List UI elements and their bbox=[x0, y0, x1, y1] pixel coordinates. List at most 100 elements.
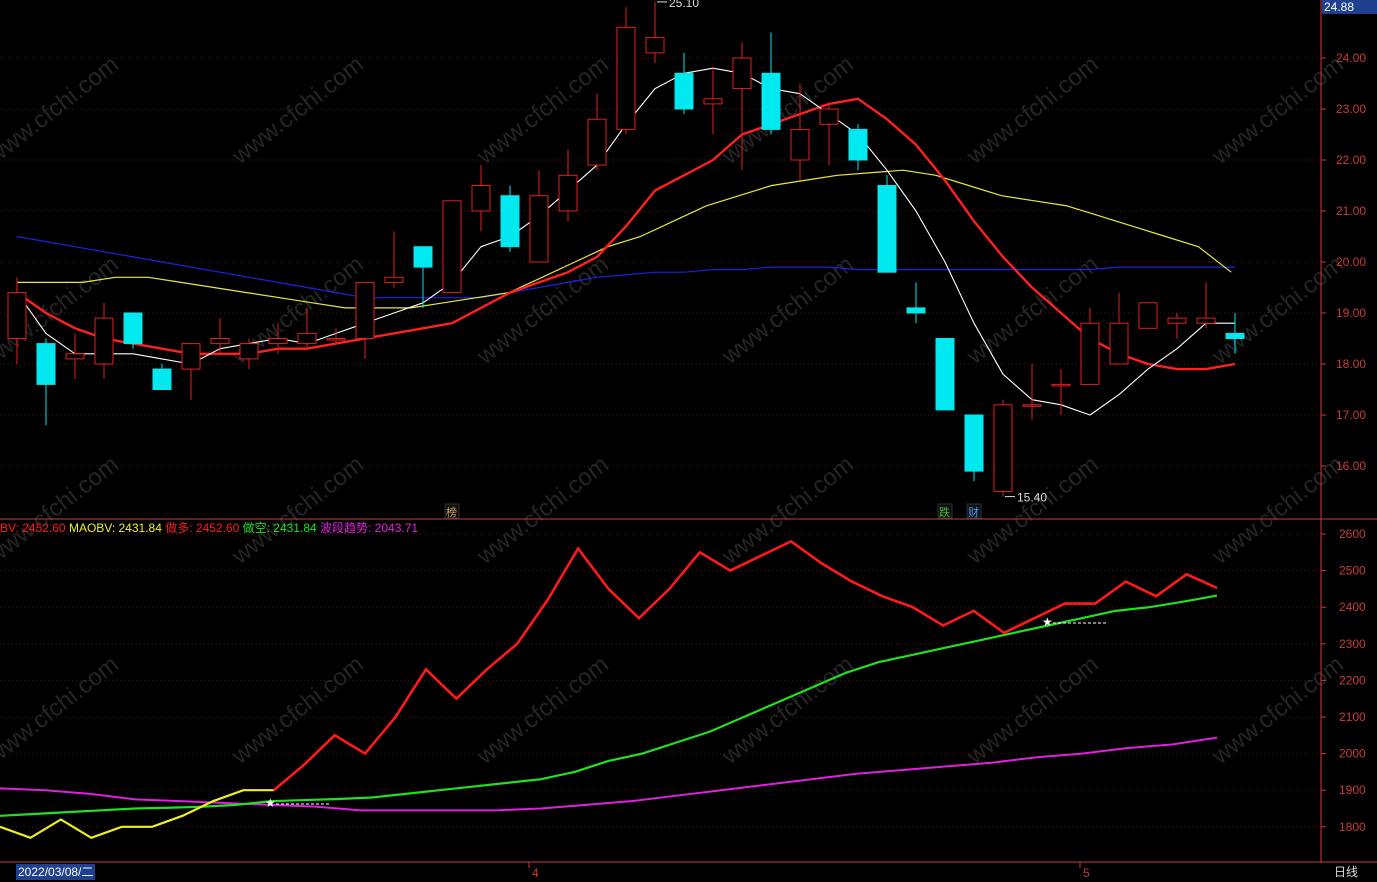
indicator-tick-label: 2000 bbox=[1339, 747, 1366, 761]
event-marker: 财 bbox=[968, 505, 979, 519]
candle bbox=[964, 414, 984, 482]
watermark: www.cfchi.com bbox=[1206, 251, 1348, 371]
candle bbox=[645, 1, 665, 64]
watermark: www.cfchi.com bbox=[1206, 651, 1348, 771]
watermark: www.cfchi.com bbox=[961, 51, 1103, 171]
candle-body bbox=[326, 338, 346, 341]
candle-body bbox=[7, 292, 27, 340]
candle bbox=[616, 7, 636, 135]
candle bbox=[384, 231, 404, 288]
watermark: www.cfchi.com bbox=[961, 651, 1103, 771]
indicator-tick-label: 2500 bbox=[1339, 564, 1366, 578]
month-label: 4 bbox=[532, 866, 539, 880]
candle-body bbox=[558, 174, 578, 212]
indicator-legend-item: BV: 2452.60 bbox=[0, 521, 66, 535]
watermark: www.cfchi.com bbox=[226, 51, 368, 171]
candle bbox=[761, 32, 781, 135]
candle bbox=[906, 282, 926, 324]
watermark: www.cfchi.com bbox=[1206, 451, 1348, 571]
candle bbox=[819, 103, 839, 166]
candle-body bbox=[848, 128, 868, 161]
month-label: 5 bbox=[1083, 866, 1090, 880]
candle-body bbox=[239, 343, 259, 360]
price-tick-label: 17.00 bbox=[1336, 408, 1366, 422]
candle-body bbox=[65, 353, 85, 360]
candle-body bbox=[790, 128, 810, 161]
candle bbox=[935, 338, 955, 411]
candle-body bbox=[94, 317, 114, 365]
candle bbox=[1196, 282, 1216, 329]
candle-body bbox=[645, 37, 665, 54]
candle bbox=[1080, 307, 1100, 385]
candle-body bbox=[297, 332, 317, 345]
price-tick-label: 22.00 bbox=[1336, 153, 1366, 167]
candle-body bbox=[993, 404, 1013, 492]
candle bbox=[500, 185, 520, 252]
candle-body bbox=[616, 26, 636, 130]
candle bbox=[65, 333, 85, 380]
candle bbox=[993, 399, 1013, 497]
indicator-legend-item: 做空: 2431.84 bbox=[239, 520, 317, 535]
candle-body bbox=[529, 195, 549, 263]
candle-body bbox=[1225, 332, 1245, 339]
candle bbox=[1109, 292, 1129, 365]
candle-body bbox=[36, 343, 56, 385]
candle-body bbox=[1196, 317, 1216, 324]
candle bbox=[471, 165, 491, 232]
candle-body bbox=[1080, 322, 1100, 385]
candle-body bbox=[703, 98, 723, 105]
candle-body bbox=[1022, 404, 1042, 407]
current-price-badge: 24.88 bbox=[1322, 0, 1377, 14]
candle bbox=[152, 364, 172, 391]
candle bbox=[848, 124, 868, 171]
candle bbox=[587, 93, 607, 171]
low-annotation: 15.40 bbox=[1017, 491, 1047, 505]
candle-body bbox=[152, 368, 172, 391]
indicator-tick-label: 2300 bbox=[1339, 637, 1366, 651]
candle-body bbox=[1167, 317, 1187, 324]
ma10-line bbox=[16, 97, 1236, 371]
cross-star-icon: ★ bbox=[265, 796, 276, 810]
indicator-legend-item: 波段趋势: 2043.71 bbox=[317, 520, 419, 535]
candle-body bbox=[587, 118, 607, 166]
price-tick-label: 21.00 bbox=[1336, 204, 1366, 218]
candle-body bbox=[123, 312, 143, 345]
candle-body bbox=[906, 307, 926, 314]
candle-body bbox=[1051, 383, 1071, 387]
candle-body bbox=[500, 195, 520, 248]
watermark: www.cfchi.com bbox=[716, 251, 858, 371]
candle bbox=[94, 302, 114, 380]
price-tick-label: 19.00 bbox=[1336, 306, 1366, 320]
price-tick-label: 18.00 bbox=[1336, 357, 1366, 371]
candle bbox=[36, 338, 56, 426]
candle bbox=[529, 170, 549, 263]
candle-body bbox=[819, 108, 839, 125]
candle bbox=[877, 175, 897, 273]
candle bbox=[355, 281, 375, 359]
candle-body bbox=[935, 338, 955, 411]
watermark: www.cfchi.com bbox=[716, 451, 858, 571]
trend-line bbox=[0, 736, 1218, 812]
indicator-tick-label: 1900 bbox=[1339, 783, 1366, 797]
candle-body bbox=[442, 200, 462, 294]
indicator-tick-label: 2400 bbox=[1339, 600, 1366, 614]
candle-body bbox=[674, 72, 694, 110]
candle-body bbox=[471, 185, 491, 212]
candle-body bbox=[877, 185, 897, 273]
candle bbox=[558, 149, 578, 222]
indicator-legend: BV: 2452.60 MAOBV: 2431.84 做多: 2452.60 做… bbox=[0, 520, 418, 535]
stock-chart[interactable]: www.cfchi.com www.cfchi.com www.cfchi.com w… bbox=[0, 0, 1377, 882]
candle bbox=[1051, 369, 1071, 415]
price-tick-label: 16.00 bbox=[1336, 459, 1366, 473]
candle-body bbox=[210, 338, 230, 345]
candle bbox=[1138, 302, 1158, 329]
watermark: www.cfchi.com bbox=[0, 51, 124, 171]
period-label[interactable]: 日线 bbox=[1334, 864, 1358, 880]
candle bbox=[442, 200, 462, 294]
indicator-legend-item: MAOBV: 2431.84 bbox=[66, 521, 163, 535]
watermark: www.cfchi.com bbox=[471, 651, 613, 771]
candle bbox=[674, 52, 694, 115]
watermark: www.cfchi.com bbox=[0, 451, 124, 571]
indicator-tick-label: 2200 bbox=[1339, 673, 1366, 687]
candle bbox=[181, 343, 201, 400]
